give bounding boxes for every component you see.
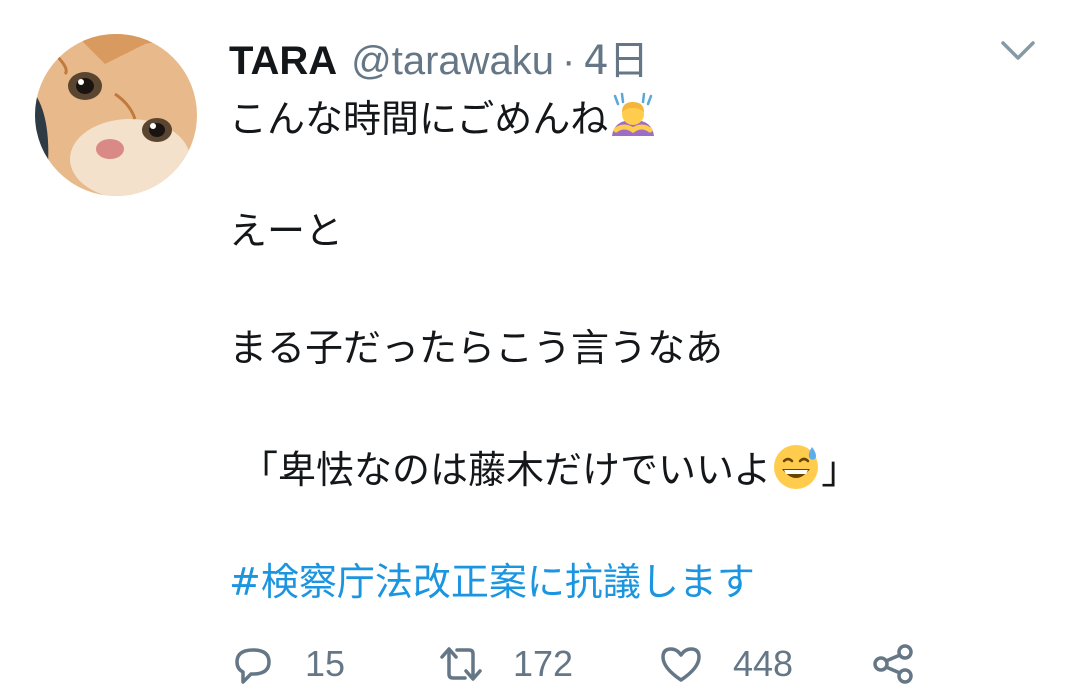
chevron-down-icon[interactable] [1000,38,1036,64]
heart-icon [661,647,701,682]
like-count: 448 [733,643,794,684]
grinning-sweat-emoji [771,441,821,491]
reply-count: 15 [305,643,346,684]
retweet-icon [440,647,482,681]
hashtag-link[interactable]: #検察庁法改正案に抗議します [229,558,755,606]
share-button[interactable] [869,640,917,688]
tweet-text-1: こんな時間にごめんね [229,97,609,141]
author-handle[interactable]: @tarawaku [351,39,554,84]
share-icon [873,644,913,684]
tweet-line-4: 「卑怯なのは藤木だけでいいよ 」 [240,441,859,494]
tweet-actions: 15 172 448 [229,640,989,700]
retweet-button[interactable]: 172 [437,640,573,688]
avatar[interactable] [35,34,197,196]
tweet-timestamp[interactable]: 4日 [583,28,648,86]
tweet-line-3: まる子だったらこう言うなあ [229,324,723,372]
person-bowing-emoji [608,90,658,140]
tweet-text-4-close: 」 [821,448,860,492]
tweet-line-1: こんな時間にごめんね [229,90,658,143]
tweet-text-4: 「卑怯なのは藤木だけでいいよ [240,448,772,492]
tweet-text-3: まる子だったらこう言うなあ [229,326,724,370]
reply-button[interactable]: 15 [229,640,345,688]
tweet-text-2: えーと [229,209,344,253]
tweet-header: TARA @tarawaku · 4日 [229,28,649,84]
separator-dot: · [562,39,576,83]
retweet-count: 172 [513,643,574,684]
reply-icon [235,648,271,684]
author-name[interactable]: TARA [229,39,337,84]
like-button[interactable]: 448 [657,640,793,688]
tweet-line-2: えーと [229,207,343,255]
